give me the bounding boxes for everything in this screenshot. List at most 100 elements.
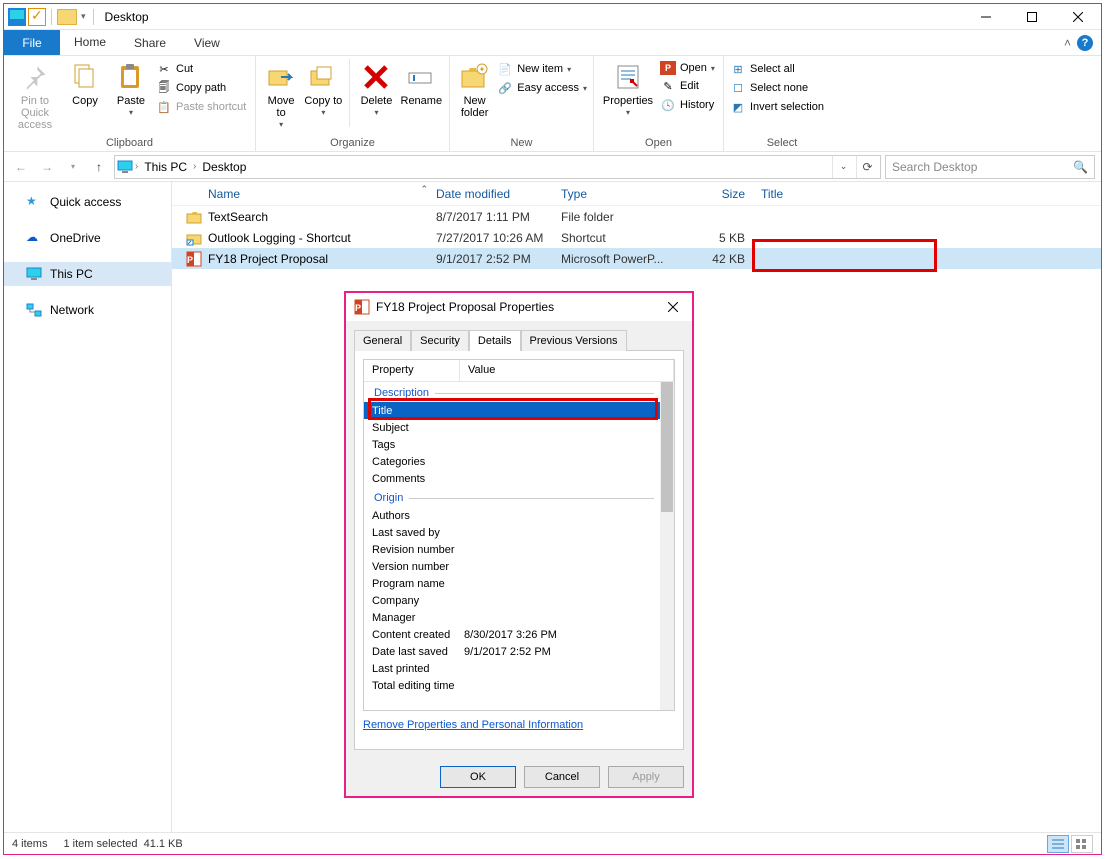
select-all-button[interactable]: ⊞Select all — [730, 61, 824, 77]
history-button[interactable]: 🕓History — [660, 97, 715, 113]
pin-to-quick-access-button[interactable]: Pin to Quick access — [10, 59, 60, 131]
prop-row[interactable]: Authors — [364, 507, 660, 524]
file-tab[interactable]: File — [4, 30, 60, 55]
prop-row[interactable]: Company — [364, 592, 660, 609]
move-to-button[interactable]: Move to▾ — [262, 59, 300, 130]
prop-row[interactable]: Content created8/30/2017 3:26 PM — [364, 626, 660, 643]
refresh-button[interactable]: ⟳ — [856, 156, 878, 178]
prop-row[interactable]: Revision number — [364, 541, 660, 558]
back-button[interactable]: ← — [10, 156, 32, 178]
edit-button[interactable]: ✎Edit — [660, 78, 715, 94]
prop-row[interactable]: Last printed — [364, 660, 660, 677]
cancel-button[interactable]: Cancel — [524, 766, 600, 788]
select-all-icon: ⊞ — [730, 61, 746, 77]
new-item-button[interactable]: 📄New item ▾ — [497, 61, 587, 77]
header-property[interactable]: Property — [364, 360, 460, 381]
prop-row[interactable]: Subject — [364, 419, 660, 436]
scrollbar[interactable] — [660, 382, 674, 710]
status-item-count: 4 items — [12, 838, 47, 850]
new-folder-button[interactable]: ✦ New folder — [456, 59, 493, 119]
sidebar-item-network[interactable]: Network — [4, 298, 171, 322]
tab-previous-versions[interactable]: Previous Versions — [521, 330, 627, 351]
remove-properties-link[interactable]: Remove Properties and Personal Informati… — [363, 719, 675, 731]
maximize-button[interactable] — [1009, 4, 1055, 30]
scrollbar-thumb[interactable] — [661, 382, 673, 512]
up-button[interactable]: ↑ — [88, 156, 110, 178]
prop-row[interactable]: Manager — [364, 609, 660, 626]
column-name[interactable]: Name⌃ — [172, 187, 436, 201]
column-title[interactable]: Title — [753, 187, 937, 201]
icons-view-button[interactable] — [1071, 835, 1093, 853]
cut-button[interactable]: ✂Cut — [156, 61, 246, 77]
list-row[interactable]: PFY18 Project Proposal 9/1/2017 2:52 PM … — [172, 248, 1101, 269]
title-bar: ▾ Desktop — [4, 4, 1101, 30]
view-tab[interactable]: View — [180, 30, 234, 55]
tab-security[interactable]: Security — [411, 330, 469, 351]
crumb-thispc[interactable]: This PC — [140, 160, 191, 174]
delete-button[interactable]: Delete▾ — [357, 59, 395, 118]
window-title: Desktop — [101, 10, 149, 24]
address-bar[interactable]: › This PC › Desktop ⌄ ⟳ — [114, 155, 881, 179]
section-origin: Origin — [364, 487, 660, 507]
copy-path-button[interactable]: 🗐Copy path — [156, 80, 246, 96]
new-folder-icon: ✦ — [459, 61, 491, 93]
search-input[interactable]: Search Desktop 🔍 — [885, 155, 1095, 179]
prop-row[interactable]: Categories — [364, 453, 660, 470]
home-tab[interactable]: Home — [60, 30, 120, 55]
invert-selection-button[interactable]: ◩Invert selection — [730, 99, 824, 115]
thispc-icon[interactable] — [8, 8, 26, 26]
powerpoint-icon: P — [660, 61, 676, 75]
qat-dropdown-icon[interactable]: ▾ — [79, 11, 88, 22]
select-none-button[interactable]: ☐Select none — [730, 80, 824, 96]
copy-to-button[interactable]: Copy to▾ — [304, 59, 342, 118]
prop-row[interactable]: Comments — [364, 470, 660, 487]
address-dropdown-icon[interactable]: ⌄ — [832, 156, 854, 178]
list-row[interactable]: Outlook Logging - Shortcut 7/27/2017 10:… — [172, 227, 1101, 248]
tab-general[interactable]: General — [354, 330, 411, 351]
navigation-bar: ← → ▾ ↑ › This PC › Desktop ⌄ ⟳ Search D… — [4, 152, 1101, 182]
list-row[interactable]: TextSearch 8/7/2017 1:11 PM File folder — [172, 206, 1101, 227]
close-button[interactable] — [1055, 4, 1101, 30]
svg-text:✦: ✦ — [478, 65, 485, 74]
easy-access-button[interactable]: 🔗Easy access ▾ — [497, 80, 587, 96]
help-icon[interactable]: ? — [1077, 35, 1093, 51]
share-tab[interactable]: Share — [120, 30, 180, 55]
column-size[interactable]: Size — [681, 187, 753, 201]
svg-text:P: P — [187, 255, 193, 265]
tab-details[interactable]: Details — [469, 330, 521, 351]
sidebar-item-onedrive[interactable]: ☁ OneDrive — [4, 226, 171, 250]
prop-row[interactable]: Version number — [364, 558, 660, 575]
open-button[interactable]: POpen ▾ — [660, 61, 715, 75]
prop-row[interactable]: Tags — [364, 436, 660, 453]
minimize-button[interactable] — [963, 4, 1009, 30]
copy-button[interactable]: Copy — [64, 59, 106, 107]
forward-button[interactable]: → — [36, 156, 58, 178]
dialog-close-button[interactable] — [662, 296, 684, 318]
paste-icon — [115, 61, 147, 93]
prop-row[interactable]: Last saved by — [364, 524, 660, 541]
sidebar-item-thispc[interactable]: This PC — [4, 262, 171, 286]
prop-row[interactable]: Program name — [364, 575, 660, 592]
sidebar-item-quickaccess[interactable]: ★ Quick access — [4, 190, 171, 214]
collapse-ribbon-icon[interactable]: ˄ — [1064, 36, 1071, 50]
recent-button[interactable]: ▾ — [62, 156, 84, 178]
apply-button[interactable]: Apply — [608, 766, 684, 788]
properties-button[interactable]: Properties▾ — [600, 59, 656, 118]
pin-icon — [19, 61, 51, 93]
column-date[interactable]: Date modified — [436, 187, 561, 201]
pptx-icon: P — [354, 299, 370, 315]
details-view-button[interactable] — [1047, 835, 1069, 853]
paste-shortcut-icon: 📋 — [156, 99, 172, 115]
prop-row[interactable]: Total editing time — [364, 677, 660, 694]
ok-button[interactable]: OK — [440, 766, 516, 788]
column-type[interactable]: Type — [561, 187, 681, 201]
network-icon — [26, 302, 42, 318]
crumb-desktop[interactable]: Desktop — [198, 160, 250, 174]
header-value[interactable]: Value — [460, 360, 674, 381]
paste-button[interactable]: Paste ▾ — [110, 59, 152, 118]
qat-properties-icon[interactable] — [28, 8, 46, 26]
paste-shortcut-button[interactable]: 📋Paste shortcut — [156, 99, 246, 115]
prop-row-title[interactable]: Title — [364, 402, 660, 419]
prop-row[interactable]: Date last saved9/1/2017 2:52 PM — [364, 643, 660, 660]
rename-button[interactable]: Rename — [400, 59, 443, 107]
